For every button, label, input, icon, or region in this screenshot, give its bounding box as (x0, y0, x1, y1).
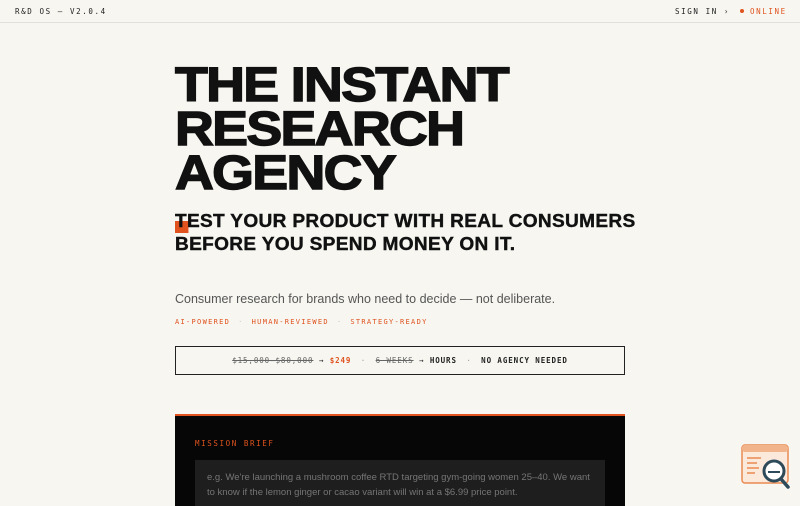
pricing-comparison: $15,000–$80,000 → $249 · 6 WEEKS → HOURS… (175, 346, 625, 375)
new-price: $249 (329, 356, 352, 365)
old-price: $15,000–$80,000 (232, 356, 314, 365)
old-time: 6 WEEKS (375, 356, 414, 365)
feature-tags: AI-POWERED · HUMAN-REVIEWED · STRATEGY-READY (175, 318, 428, 326)
status-label: ONLINE (750, 7, 787, 16)
subheadline: TEST YOUR PRODUCT WITH REAL CONSUMERS BE… (175, 211, 636, 254)
sign-in-link[interactable]: SIGN IN › (675, 7, 730, 16)
new-time: HOURS (429, 356, 457, 365)
mission-brief-panel: MISSION BRIEF (175, 414, 625, 506)
price-separator: · (466, 356, 472, 365)
tag-human-reviewed: HUMAN-REVIEWED (251, 318, 329, 326)
hero-line-2: RESEARCH (174, 103, 466, 156)
hero-line-1: THE INSTANT (174, 59, 510, 112)
status-indicator: ONLINE (740, 7, 787, 16)
description: Consumer research for brands who need to… (175, 292, 556, 306)
tag-ai-powered: AI-POWERED (175, 318, 231, 326)
brand-version: R&D OS — V2.0.4 (15, 7, 107, 16)
price-separator: · (360, 356, 367, 365)
mission-brief-input[interactable] (195, 460, 605, 506)
tag-separator: · (238, 318, 244, 326)
status-dot-icon (740, 9, 744, 13)
tag-strategy-ready: STRATEGY-READY (350, 318, 428, 326)
chat-search-icon[interactable] (741, 444, 791, 490)
arrow-icon: → (418, 356, 425, 365)
top-bar: R&D OS — V2.0.4 SIGN IN › ONLINE (0, 0, 800, 23)
mission-brief-label: MISSION BRIEF (195, 439, 275, 448)
agency-note: NO AGENCY NEEDED (481, 356, 568, 365)
arrow-icon: → (318, 356, 325, 365)
tag-separator: · (336, 318, 343, 326)
